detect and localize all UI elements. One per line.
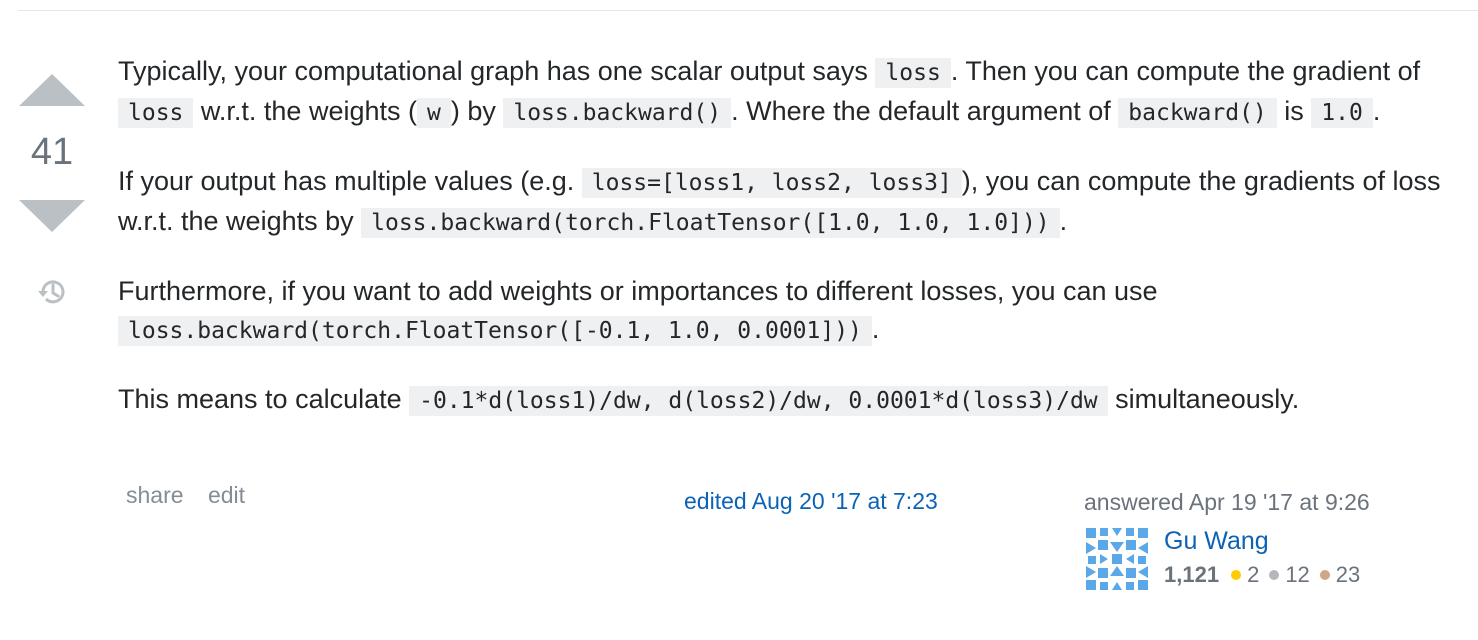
paragraph-text: is xyxy=(1276,96,1312,126)
paragraph-text: . Then you can compute the gradient of xyxy=(950,56,1421,86)
silver-badge: 12 xyxy=(1269,562,1310,587)
post-menu: share edit xyxy=(126,482,263,509)
paragraph-text: . xyxy=(1372,96,1381,126)
paragraph-text: w.r.t. the weights ( xyxy=(193,96,417,126)
gold-badge-count: 2 xyxy=(1247,562,1260,587)
user-avatar[interactable] xyxy=(1086,528,1148,590)
inline-code: loss=[loss1, loss2, loss3] xyxy=(581,168,962,198)
reputation-score: 1,121 xyxy=(1164,562,1220,587)
paragraph-text: . xyxy=(1059,206,1068,236)
paragraph-text: ) by xyxy=(450,96,504,126)
vote-count: 41 xyxy=(30,131,74,173)
inline-code: loss.backward(torch.FloatTensor([-0.1, 1… xyxy=(118,316,872,346)
user-details: Gu Wang 1,121 2 12 23 xyxy=(1084,526,1464,590)
paragraph-text: simultaneously. xyxy=(1107,384,1300,414)
vote-cell: 41 xyxy=(18,60,86,310)
paragraph-text: If your output has multiple values (e.g. xyxy=(118,166,582,196)
bronze-badge: 23 xyxy=(1319,562,1361,587)
answer-body: Typically, your computational graph has … xyxy=(118,52,1458,450)
downvote-icon[interactable] xyxy=(19,200,85,232)
inline-code: backward() xyxy=(1118,98,1277,128)
paragraph-2: If your output has multiple values (e.g.… xyxy=(118,162,1458,242)
paragraph-4: This means to calculate -0.1*d(loss1)/dw… xyxy=(118,380,1458,420)
share-link[interactable]: share xyxy=(126,482,184,508)
gold-badge-icon xyxy=(1231,570,1242,580)
gold-badge: 2 xyxy=(1231,562,1259,587)
bronze-badge-icon xyxy=(1319,570,1330,580)
silver-badge-count: 12 xyxy=(1285,562,1310,587)
inline-code: loss.backward() xyxy=(503,98,732,128)
inline-code: -0.1*d(loss1)/dw, d(loss2)/dw, 0.0001*d(… xyxy=(409,386,1108,416)
paragraph-text: Furthermore, if you want to add weights … xyxy=(118,276,1158,306)
inline-code: w xyxy=(416,98,451,128)
user-stats: 1,121 2 12 23 xyxy=(1164,562,1370,588)
answered-timestamp: answered Apr 19 '17 at 9:26 xyxy=(1084,489,1370,515)
top-divider xyxy=(18,10,1478,11)
paragraph-3: Furthermore, if you want to add weights … xyxy=(118,272,1458,350)
bronze-badge-count: 23 xyxy=(1335,562,1361,587)
paragraph-text: This means to calculate xyxy=(118,384,410,414)
inline-code: loss.backward(torch.FloatTensor([1.0, 1.… xyxy=(361,208,1060,238)
inline-code: 1.0 xyxy=(1311,98,1373,128)
user-name-link[interactable]: Gu Wang xyxy=(1164,527,1269,556)
paragraph-text: . xyxy=(871,314,880,344)
edit-link[interactable]: edit xyxy=(208,482,245,508)
edited-timestamp-link[interactable]: edited Aug 20 '17 at 7:23 xyxy=(684,488,938,515)
silver-badge-icon xyxy=(1269,570,1280,580)
paragraph-1: Typically, your computational graph has … xyxy=(118,52,1458,132)
inline-code: loss xyxy=(875,58,951,88)
paragraph-text: Typically, your computational graph has … xyxy=(118,56,876,86)
paragraph-text: . Where the default argument of xyxy=(731,96,1119,126)
history-icon[interactable] xyxy=(34,274,70,310)
inline-code: loss xyxy=(118,98,194,128)
upvote-icon[interactable] xyxy=(19,74,85,106)
user-card: answered Apr 19 '17 at 9:26 Gu Wang 1,12… xyxy=(1084,488,1464,590)
